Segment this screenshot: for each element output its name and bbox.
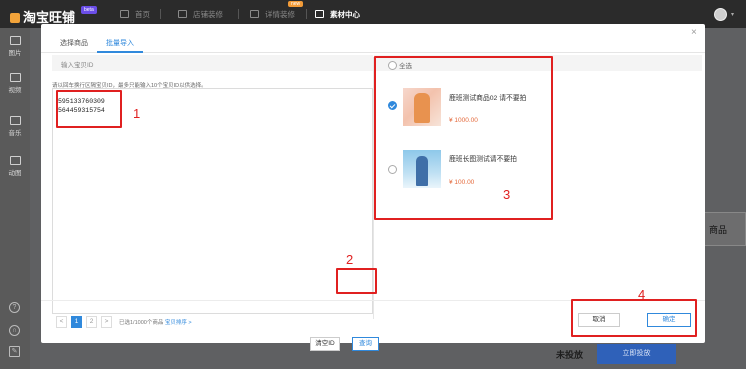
- annotation-box-4: [571, 299, 697, 337]
- batch-import-dialog: × 选择商品 批量导入 输入宝贝ID 请以回车换行区隔宝贝ID，最多只能输入10…: [41, 24, 705, 351]
- store-decor-icon: [178, 10, 187, 18]
- image-icon: [9, 36, 21, 45]
- annotation-box-2: [336, 268, 377, 294]
- selection-count: 已选1/1000个商品 宝贝排序 >: [119, 320, 192, 326]
- sidebar-item-image[interactable]: 图片: [0, 36, 30, 57]
- pagination-page-2[interactable]: 2: [86, 316, 97, 328]
- edit-icon[interactable]: ✎: [9, 346, 20, 357]
- help-icon[interactable]: ?: [9, 302, 20, 313]
- annotation-box-1: [56, 90, 122, 128]
- nav-divider: [160, 9, 161, 19]
- annotation-number-2: 2: [346, 252, 354, 267]
- sidebar-item-music[interactable]: 音乐: [0, 116, 30, 137]
- query-button[interactable]: 查询: [352, 337, 379, 351]
- video-icon: [9, 73, 21, 82]
- detail-decor-icon: [250, 10, 259, 18]
- background-product-card: 商品: [704, 212, 746, 246]
- id-input-header: 输入宝贝ID: [52, 55, 373, 71]
- annotation-number-3: 3: [503, 187, 511, 202]
- pagination-page-1[interactable]: 1: [71, 316, 82, 328]
- logo-text: 淘宝旺铺: [23, 10, 76, 25]
- logo-icon: [10, 13, 20, 23]
- pagination-prev-button[interactable]: <: [56, 316, 67, 328]
- launch-now-button[interactable]: 立即投放: [597, 344, 676, 364]
- annotation-box-3: [374, 56, 553, 220]
- avatar[interactable]: [714, 8, 727, 21]
- dialog-tabs: 选择商品 批量导入: [41, 33, 705, 53]
- sort-items-link[interactable]: 宝贝排序 >: [165, 320, 192, 326]
- chevron-down-icon[interactable]: ▾: [731, 11, 734, 18]
- tab-select-product[interactable]: 选择商品: [60, 38, 88, 48]
- beta-badge: beta: [81, 6, 97, 14]
- material-center-icon: [315, 10, 324, 18]
- annotation-number-4: 4: [638, 287, 646, 302]
- launch-status: 未投放: [556, 350, 584, 360]
- pagination-next-button[interactable]: >: [101, 316, 112, 328]
- sidebar-item-video[interactable]: 视频: [0, 73, 30, 94]
- active-tab-indicator: [97, 51, 143, 53]
- music-icon: [9, 116, 21, 125]
- headset-icon[interactable]: ∩: [9, 325, 20, 336]
- sidebar-item-gif[interactable]: 动图: [0, 156, 30, 177]
- new-badge: new: [288, 1, 304, 7]
- tab-batch-import[interactable]: 批量导入: [106, 38, 134, 48]
- nav-divider: [238, 9, 239, 19]
- nav-divider: [306, 9, 307, 19]
- home-icon: [120, 10, 129, 18]
- clear-ids-button[interactable]: 清空ID: [310, 337, 340, 351]
- sidebar: 图片 视频 音乐 动图 ? ∩ ✎: [0, 28, 30, 369]
- annotation-number-1: 1: [133, 106, 141, 121]
- gif-icon: [9, 156, 21, 165]
